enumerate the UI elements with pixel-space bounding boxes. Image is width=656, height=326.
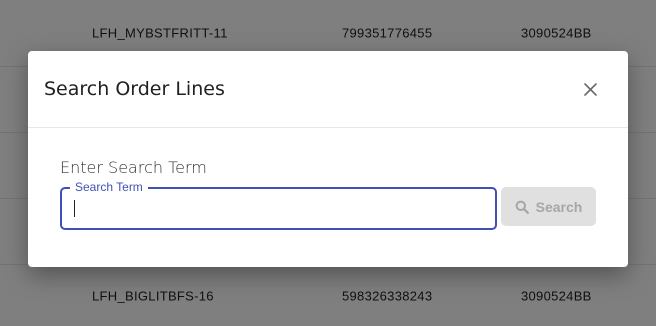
dialog-body: Enter Search Term Search Term Search [28, 128, 628, 267]
search-term-label: Search Term [70, 180, 148, 194]
text-caret [74, 200, 75, 217]
search-term-field[interactable]: Search Term [60, 180, 497, 230]
search-button-label: Search [535, 198, 583, 215]
search-input[interactable] [72, 197, 487, 219]
dialog-title: Search Order Lines [44, 78, 225, 100]
close-button[interactable] [578, 77, 602, 101]
search-order-lines-dialog: Search Order Lines Enter Search Term Sea… [28, 51, 628, 267]
search-icon [515, 200, 529, 214]
search-button[interactable]: Search [501, 187, 596, 226]
search-prompt-label: Enter Search Term [60, 158, 207, 177]
close-icon [583, 82, 597, 96]
dialog-header: Search Order Lines [28, 51, 628, 128]
